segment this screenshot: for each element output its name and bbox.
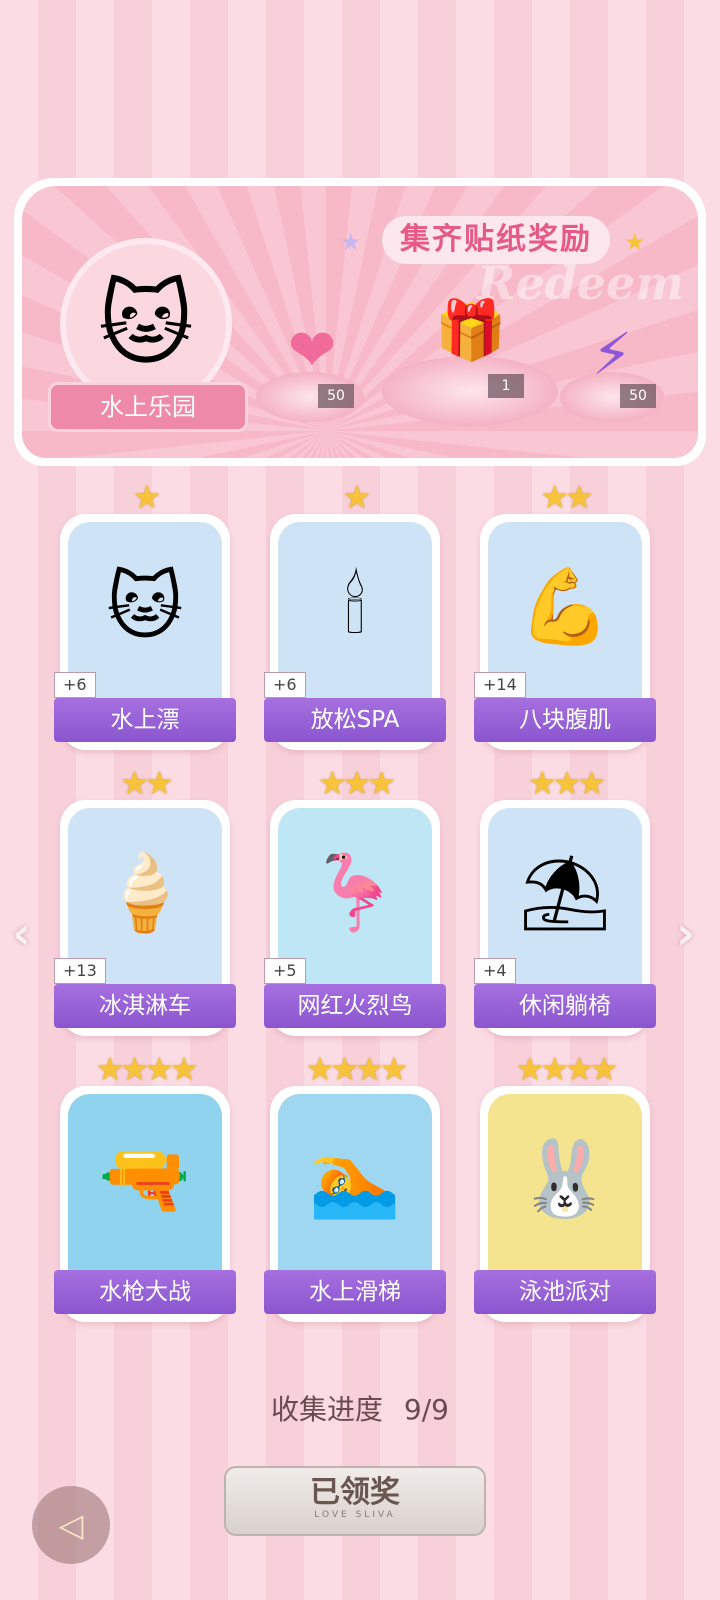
banner-background: Redeem ★ ★ 集齐贴纸奖励 🐱 水上乐园 ❤ 50 🎁 1 ⚡ 50 xyxy=(22,186,698,458)
water-gun-boy-icon: 🔫 xyxy=(98,1135,192,1222)
progress-label: 收集进度 xyxy=(271,1393,384,1426)
sticker-card[interactable]: ★★ 🍦 +13 冰淇淋车 xyxy=(54,764,236,1036)
sticker-name: 放松SPA xyxy=(264,698,446,742)
sticker-name: 水上漂 xyxy=(54,698,236,742)
rarity-stars: ★★★★ xyxy=(305,1050,409,1088)
claimed-button-subtitle: LOVE SLIVA xyxy=(314,1510,396,1520)
duplicate-count-badge: +13 xyxy=(54,958,106,984)
duplicate-count-badge: +6 xyxy=(54,672,96,698)
sticker-name: 水枪大战 xyxy=(54,1270,236,1314)
flamingo-float-icon: 🦩 xyxy=(308,849,402,936)
duplicate-count-badge: +5 xyxy=(264,958,306,984)
candle-diffuser-icon: 🕯 xyxy=(344,563,366,650)
back-arrow-icon: ◁ xyxy=(58,1506,84,1544)
rarity-stars: ★★ xyxy=(540,478,593,516)
sticker-card[interactable]: ★ 🐱 +6 水上漂 xyxy=(54,478,236,750)
sticker-name: 网红火烈鸟 xyxy=(264,984,446,1028)
banner-title: 集齐贴纸奖励 xyxy=(382,216,610,264)
water-slide-girl-icon: 🏊 xyxy=(308,1135,402,1222)
muscle-cat-icon: 💪 xyxy=(518,563,612,650)
reward-count: 50 xyxy=(318,384,354,408)
cat-swim-ring-icon: 🐱 xyxy=(98,270,194,378)
pink-heart-gem-icon[interactable]: ❤ xyxy=(272,316,352,384)
pool-party-bunny-icon: 🐰 xyxy=(518,1135,612,1222)
reward-banner: Redeem ★ ★ 集齐贴纸奖励 🐱 水上乐园 ❤ 50 🎁 1 ⚡ 50 xyxy=(14,178,706,466)
chevron-right-icon[interactable]: › xyxy=(676,906,695,960)
reward-count: 1 xyxy=(488,374,524,398)
sticker-card[interactable]: ★ 🕯 +6 放松SPA xyxy=(264,478,446,750)
purple-energy-orb-icon[interactable]: ⚡ xyxy=(572,320,652,388)
sticker-card[interactable]: ★★★ ⛱ +4 休闲躺椅 xyxy=(474,764,656,1036)
claimed-button[interactable]: 已领奖 LOVE SLIVA xyxy=(224,1466,486,1536)
rarity-stars: ★★★ xyxy=(317,764,396,802)
sticker-card[interactable]: ★★★★ 🔫 水枪大战 xyxy=(54,1050,236,1322)
sticker-card[interactable]: ★★★★ 🐰 泳池派对 xyxy=(474,1050,656,1322)
rarity-stars: ★★ xyxy=(120,764,173,802)
sticker-name: 泳池派对 xyxy=(474,1270,656,1314)
cat-swim-ring-icon: 🐱 xyxy=(106,564,184,650)
chevron-left-icon[interactable]: ‹ xyxy=(12,906,31,960)
duplicate-count-badge: +4 xyxy=(474,958,516,984)
purple-star-icon: ★ xyxy=(340,228,362,256)
theme-label: 水上乐园 xyxy=(48,382,248,432)
beach-chair-icon: ⛱ xyxy=(518,849,612,936)
sticker-card[interactable]: ★★★★ 🏊 水上滑梯 xyxy=(264,1050,446,1322)
back-button[interactable]: ◁ xyxy=(32,1486,110,1564)
sticker-name: 八块腹肌 xyxy=(474,698,656,742)
duplicate-count-badge: +14 xyxy=(474,672,526,698)
sticker-card[interactable]: ★★ 💪 +14 八块腹肌 xyxy=(474,478,656,750)
ice-cream-truck-icon: 🍦 xyxy=(98,849,192,936)
duplicate-count-badge: +6 xyxy=(264,672,306,698)
gift-box-icon[interactable]: 🎁 xyxy=(426,296,516,365)
rarity-stars: ★★★ xyxy=(527,764,606,802)
sticker-card[interactable]: ★★★ 🦩 +5 网红火烈鸟 xyxy=(264,764,446,1036)
gold-star-icon: ★ xyxy=(624,228,646,256)
rarity-stars: ★★★★ xyxy=(95,1050,199,1088)
rarity-stars: ★★★★ xyxy=(515,1050,619,1088)
rarity-stars: ★ xyxy=(342,478,372,516)
sticker-name: 水上滑梯 xyxy=(264,1270,446,1314)
rarity-stars: ★ xyxy=(132,478,162,516)
sticker-name: 冰淇淋车 xyxy=(54,984,236,1028)
sticker-name: 休闲躺椅 xyxy=(474,984,656,1028)
progress-value: 9/9 xyxy=(403,1393,449,1426)
reward-count: 50 xyxy=(620,384,656,408)
collection-progress: 收集进度 9/9 xyxy=(0,1388,720,1428)
pedestal xyxy=(382,356,558,426)
